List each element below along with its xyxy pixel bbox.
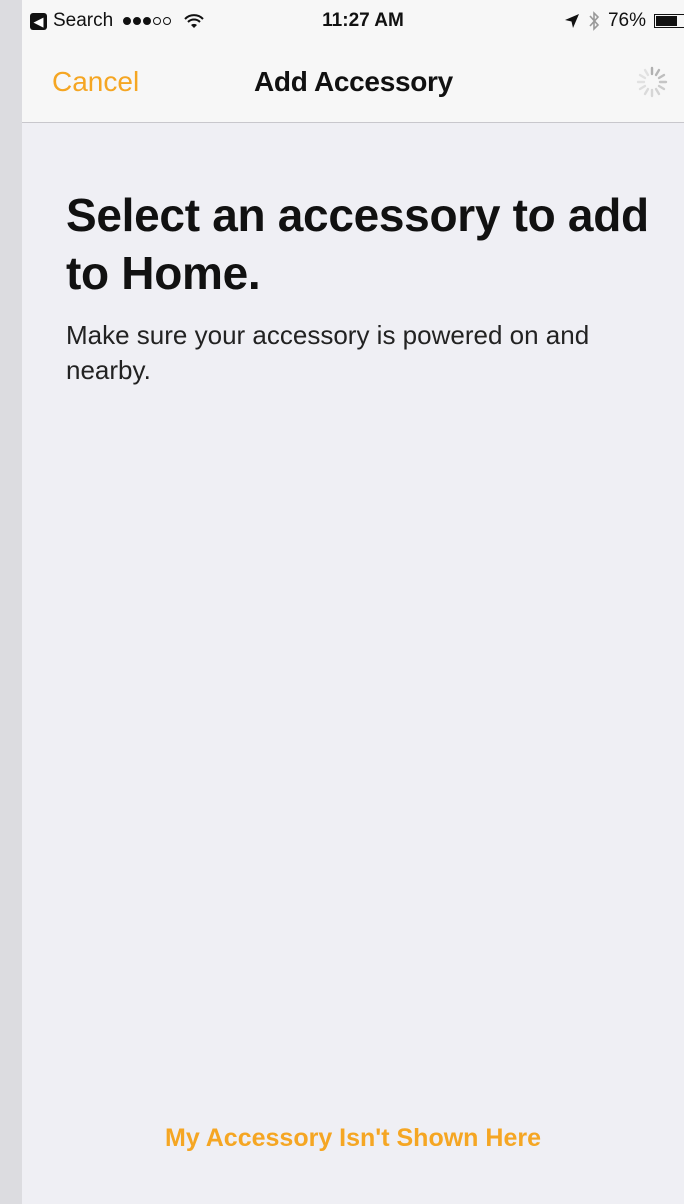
- instruction-text: Make sure your accessory is powered on a…: [66, 320, 590, 385]
- screen: ◀ Search 11:27 AM 76% Cancel Add Accesso…: [22, 0, 684, 1204]
- cancel-button[interactable]: Cancel: [52, 66, 139, 98]
- bluetooth-icon: [589, 11, 600, 31]
- battery-percent: 76%: [607, 10, 646, 31]
- status-bar: ◀ Search 11:27 AM 76%: [22, 0, 684, 44]
- page-title: Add Accessory: [254, 66, 453, 97]
- loading-spinner-icon: [636, 66, 668, 98]
- battery-fill: [656, 16, 677, 26]
- battery-icon: [654, 14, 684, 28]
- status-right: 76%: [564, 10, 684, 32]
- device-frame: ◀ Search 11:27 AM 76% Cancel Add Accesso…: [0, 0, 684, 1204]
- accessory-not-shown-link[interactable]: My Accessory Isn't Shown Here: [22, 1124, 684, 1153]
- navigation-bar: Cancel Add Accessory: [22, 44, 684, 123]
- location-arrow-icon: [564, 14, 579, 28]
- headline: Select an accessory to add to Home.: [66, 189, 649, 299]
